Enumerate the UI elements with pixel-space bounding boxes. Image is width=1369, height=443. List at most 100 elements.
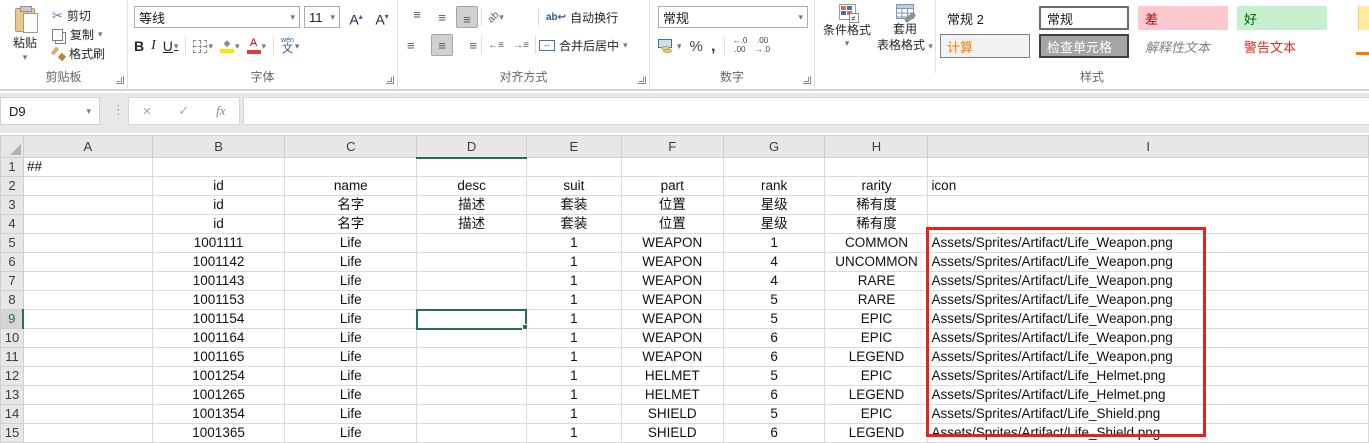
cell-A3[interactable] [23, 196, 152, 215]
cell-F12[interactable]: HELMET [621, 367, 723, 386]
cell-B2[interactable]: id [152, 177, 285, 196]
row-header-14[interactable]: 14 [1, 405, 24, 424]
clipboard-dialog-launcher-icon[interactable] [116, 76, 124, 84]
align-right-button[interactable]: ≡ [456, 34, 478, 56]
insert-function-button[interactable]: fx [216, 103, 225, 119]
cell-H7[interactable]: RARE [825, 272, 928, 291]
cell-C10[interactable]: Life [285, 329, 417, 348]
style-chip-2[interactable]: 差 [1138, 6, 1228, 30]
cell-F8[interactable]: WEAPON [621, 291, 723, 310]
style-chip-3[interactable]: 好 [1237, 6, 1327, 30]
align-bottom-button[interactable]: ≡ [456, 6, 478, 28]
cell-E14[interactable]: 1 [526, 405, 621, 424]
formula-input[interactable] [243, 97, 1369, 125]
copy-button[interactable]: 复制 ▾ [50, 25, 124, 44]
cell-F3[interactable]: 位置 [621, 196, 723, 215]
bold-button[interactable]: B [134, 38, 144, 54]
cell-D8[interactable] [417, 291, 527, 310]
cell-E2[interactable]: suit [526, 177, 621, 196]
cell-A5[interactable] [23, 234, 152, 253]
cell-D1[interactable] [417, 158, 527, 177]
row-header-1[interactable]: 1 [1, 158, 24, 177]
cancel-button[interactable]: × [142, 103, 151, 120]
cell-I4[interactable] [928, 215, 1369, 234]
cell-H1[interactable] [825, 158, 928, 177]
cell-C14[interactable]: Life [285, 405, 417, 424]
cell-A12[interactable] [23, 367, 152, 386]
cell-C2[interactable]: name [285, 177, 417, 196]
cell-G2[interactable]: rank [723, 177, 825, 196]
cell-D14[interactable] [417, 405, 527, 424]
cell-G1[interactable] [723, 158, 825, 177]
cell-G14[interactable]: 5 [723, 405, 825, 424]
cell-I15[interactable]: Assets/Sprites/Artifact/Life_Shield.png [928, 424, 1369, 443]
cell-E9[interactable]: 1 [526, 310, 621, 329]
cell-H3[interactable]: 稀有度 [825, 196, 928, 215]
cell-C15[interactable]: Life [285, 424, 417, 443]
row-header-12[interactable]: 12 [1, 367, 24, 386]
fill-handle[interactable] [522, 324, 528, 330]
orientation-button[interactable]: ab ▾ [485, 6, 507, 28]
row-header-4[interactable]: 4 [1, 215, 24, 234]
cell-D10[interactable] [417, 329, 527, 348]
cell-F4[interactable]: 位置 [621, 215, 723, 234]
format-painter-button[interactable]: 格式刷 [50, 44, 124, 63]
cell-D15[interactable] [417, 424, 527, 443]
column-header-C[interactable]: C [285, 136, 417, 158]
column-header-F[interactable]: F [621, 136, 723, 158]
cell-E12[interactable]: 1 [526, 367, 621, 386]
cell-H15[interactable]: LEGEND [825, 424, 928, 443]
style-chip-partial[interactable] [1356, 52, 1369, 55]
cell-F11[interactable]: WEAPON [621, 348, 723, 367]
comma-style-button[interactable]: , [711, 36, 716, 56]
cell-I3[interactable] [928, 196, 1369, 215]
cell-A13[interactable] [23, 386, 152, 405]
column-header-D[interactable]: D [417, 136, 527, 158]
cell-C7[interactable]: Life [285, 272, 417, 291]
row-header-15[interactable]: 15 [1, 424, 24, 443]
style-chip-5[interactable]: 检查单元格 [1039, 34, 1129, 58]
cell-E4[interactable]: 套装 [526, 215, 621, 234]
cell-D2[interactable]: desc [417, 177, 527, 196]
cell-I9[interactable]: Assets/Sprites/Artifact/Life_Weapon.png [928, 310, 1369, 329]
cell-I8[interactable]: Assets/Sprites/Artifact/Life_Weapon.png [928, 291, 1369, 310]
cell-D12[interactable] [417, 367, 527, 386]
cell-E8[interactable]: 1 [526, 291, 621, 310]
cell-A1[interactable]: ## [23, 158, 152, 177]
column-header-G[interactable]: G [723, 136, 825, 158]
cell-A14[interactable] [23, 405, 152, 424]
decrease-indent-button[interactable]: ←≡ [485, 34, 507, 56]
cell-B14[interactable]: 1001354 [152, 405, 285, 424]
cell-I11[interactable]: Assets/Sprites/Artifact/Life_Weapon.png [928, 348, 1369, 367]
row-header-2[interactable]: 2 [1, 177, 24, 196]
cell-G8[interactable]: 5 [723, 291, 825, 310]
cell-C8[interactable]: Life [285, 291, 417, 310]
cell-E3[interactable]: 套装 [526, 196, 621, 215]
cut-button[interactable]: ✂ 剪切 [50, 6, 124, 25]
format-as-table-button[interactable]: 套用 表格格式 ▾ [877, 4, 933, 53]
style-chip-6[interactable]: 解释性文本 [1138, 34, 1228, 58]
cell-A4[interactable] [23, 215, 152, 234]
cell-I2[interactable]: icon [928, 177, 1369, 196]
fill-color-button[interactable]: ◆ ▾ [220, 39, 240, 53]
cell-E11[interactable]: 1 [526, 348, 621, 367]
cell-G15[interactable]: 6 [723, 424, 825, 443]
borders-button[interactable]: ▾ [193, 40, 213, 53]
percent-style-button[interactable]: % [690, 38, 703, 55]
style-chip-7[interactable]: 警告文本 [1237, 34, 1327, 58]
cell-A8[interactable] [23, 291, 152, 310]
cell-F5[interactable]: WEAPON [621, 234, 723, 253]
cell-C5[interactable]: Life [285, 234, 417, 253]
cell-F1[interactable] [621, 158, 723, 177]
style-chip-4[interactable]: 计算 [940, 34, 1030, 58]
increase-indent-button[interactable]: →≡ [510, 34, 532, 56]
cell-H11[interactable]: LEGEND [825, 348, 928, 367]
cell-I10[interactable]: Assets/Sprites/Artifact/Life_Weapon.png [928, 329, 1369, 348]
phonetic-guide-button[interactable]: wén 文 ▾ [281, 37, 299, 55]
style-chip-0[interactable]: 常规 2 [940, 6, 1030, 30]
cell-D7[interactable] [417, 272, 527, 291]
paste-button[interactable]: 粘贴 ▾ [4, 4, 46, 66]
row-header-8[interactable]: 8 [1, 291, 24, 310]
cell-D13[interactable] [417, 386, 527, 405]
cell-H4[interactable]: 稀有度 [825, 215, 928, 234]
